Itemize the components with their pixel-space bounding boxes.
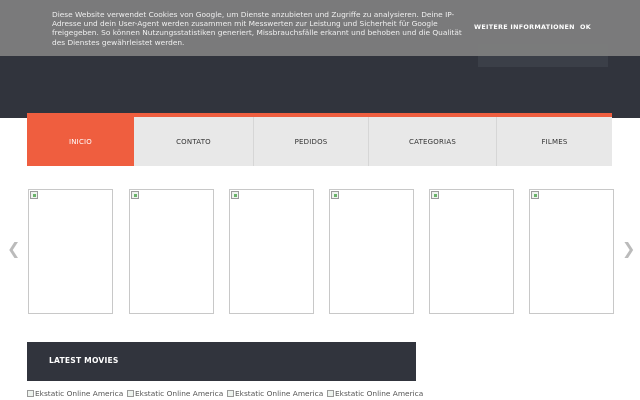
latest-movies-title: LATEST MOVIES	[49, 356, 119, 365]
movie-thumbnail[interactable]: Ekstatic Online American	[27, 389, 123, 400]
cookie-more-info-link[interactable]: WEITERE INFORMATIONEN	[474, 23, 575, 31]
thumbnail-alt-text: Ekstatic Online American	[35, 389, 123, 398]
broken-image-icon	[331, 191, 339, 199]
broken-image-icon	[431, 191, 439, 199]
broken-image-icon	[127, 390, 134, 397]
thumbnail-alt-text: Ekstatic Online American	[335, 389, 423, 398]
chevron-right-icon[interactable]: ❯	[622, 241, 635, 257]
movie-thumbnail[interactable]: Ekstatic Online American	[127, 389, 223, 400]
cookie-notice-text: Diese Website verwendet Cookies von Goog…	[52, 10, 462, 47]
broken-image-icon	[231, 191, 239, 199]
chevron-left-icon[interactable]: ❮	[7, 241, 20, 257]
nav-item-inicio[interactable]: INICIO	[27, 117, 134, 166]
broken-image-icon	[531, 191, 539, 199]
cookie-notice-bar: Diese Website verwendet Cookies von Goog…	[0, 0, 640, 56]
nav-item-categorias[interactable]: CATEGORIAS	[369, 117, 497, 166]
featured-slider: ❮ ❯	[0, 188, 640, 316]
slide-item[interactable]	[129, 189, 214, 314]
broken-image-icon	[327, 390, 334, 397]
thumbnail-alt-text: Ekstatic Online American	[235, 389, 323, 398]
broken-image-icon	[131, 191, 139, 199]
nav-item-contato[interactable]: CONTATO	[134, 117, 254, 166]
movie-thumbnail[interactable]: Ekstatic Online American	[227, 389, 323, 400]
nav-item-filmes[interactable]: FILMES	[497, 117, 612, 166]
thumbnail-alt-text: Ekstatic Online American	[135, 389, 223, 398]
slide-item[interactable]	[229, 189, 314, 314]
cookie-ok-button[interactable]: OK	[580, 23, 591, 31]
latest-movies-header: LATEST MOVIES	[27, 342, 416, 381]
broken-image-icon	[227, 390, 234, 397]
broken-image-icon	[27, 390, 34, 397]
slide-item[interactable]	[529, 189, 614, 314]
slide-item[interactable]	[429, 189, 514, 314]
main-nav: INICIO CONTATO PEDIDOS CATEGORIAS FILMES	[27, 117, 612, 166]
page: Diese Website verwendet Cookies von Goog…	[0, 0, 640, 400]
nav-item-pedidos[interactable]: PEDIDOS	[254, 117, 369, 166]
slide-item[interactable]	[329, 189, 414, 314]
movie-thumbnail[interactable]: Ekstatic Online American	[327, 389, 423, 400]
slide-item[interactable]	[28, 189, 113, 314]
broken-image-icon	[30, 191, 38, 199]
